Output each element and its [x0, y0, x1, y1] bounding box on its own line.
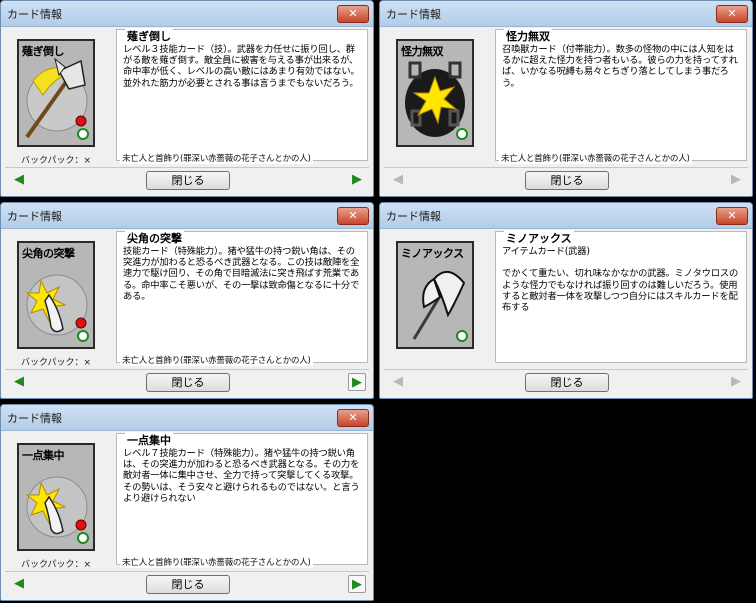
card-image: 怪力無双: [396, 39, 474, 147]
close-button[interactable]: 閉じる: [146, 171, 230, 190]
backpack-status: バックパック：×: [21, 156, 92, 166]
card-author: 未亡人と首飾り(罪深い赤薔薇の花子さんとかの人): [120, 354, 313, 366]
card-title: 薙ぎ倒し: [125, 28, 173, 44]
card-description: レベル３技能カード（技）。武器を力任せに振り回し、群がる敵を薙ぎ倒す。敵全員に被…: [123, 44, 360, 89]
window-close-button[interactable]: ✕: [337, 5, 369, 23]
backpack-status: バックパック：×: [21, 560, 92, 570]
prev-card-button[interactable]: ◀: [389, 171, 407, 189]
title-bar[interactable]: カード情報 ✕: [1, 1, 373, 27]
card-name: 薙ぎ倒し: [22, 45, 65, 58]
card-info-window-3: カード情報 ✕ 尖角の突撃 バックパック：× 尖角の突撃 技能カード（特殊能力）…: [0, 202, 374, 399]
window-close-button[interactable]: ✕: [337, 207, 369, 225]
window-close-button[interactable]: ✕: [716, 5, 748, 23]
divider: [5, 369, 369, 370]
window-title: カード情報: [386, 8, 441, 21]
prev-card-button[interactable]: ◀: [10, 575, 28, 593]
card-image: 尖角の突撃: [17, 241, 95, 349]
card-image: 薙ぎ倒し: [17, 39, 95, 147]
card-description-box: 一点集中 レベル７技能カード（特殊能力）。猪や猛牛の持つ鋭い角は、その突進力が加…: [116, 432, 368, 568]
title-bar[interactable]: カード情報 ✕: [1, 203, 373, 229]
card-title: 一点集中: [125, 432, 173, 448]
window-close-button[interactable]: ✕: [716, 207, 748, 225]
card-info-window-1: カード情報 ✕ 薙ぎ倒し バックパック：× 薙ぎ倒し レベル３技能カード（技）。…: [0, 0, 374, 197]
card-description: 技能カード（特殊能力）。猪や猛牛の持つ鋭い角は、その突進力が加わると恐るべき武器…: [123, 246, 360, 302]
card-description-box: ミノアックス アイテムカード(武器) でかくて重たい、切れ味なかなかの武器。ミノ…: [495, 230, 747, 363]
card-title: 怪力無双: [504, 28, 552, 44]
close-button[interactable]: 閉じる: [525, 171, 609, 190]
divider: [5, 571, 369, 572]
prev-card-button[interactable]: ◀: [10, 171, 28, 189]
card-author: 未亡人と首飾り(罪深い赤薔薇の花子さんとかの人): [120, 556, 313, 568]
prev-card-button[interactable]: ◀: [389, 373, 407, 391]
card-description: レベル７技能カード（特殊能力）。猪や猛牛の持つ鋭い角は、その突進力が加わると恐る…: [123, 448, 360, 504]
card-title: ミノアックス: [504, 230, 574, 246]
card-author: 未亡人と首飾り(罪深い赤薔薇の花子さんとかの人): [120, 152, 313, 164]
card-info-window-2: カード情報 ✕ 怪力無双 怪力無双 召喚獣カード（付帯能力）。数多の怪物の中には…: [379, 0, 753, 197]
card-name: ミノアックス: [401, 247, 464, 260]
divider: [5, 167, 369, 168]
next-card-button[interactable]: ▶: [727, 373, 745, 391]
prev-card-button[interactable]: ◀: [10, 373, 28, 391]
card-name: 怪力無双: [401, 45, 444, 58]
title-bar[interactable]: カード情報 ✕: [1, 405, 373, 431]
next-card-button[interactable]: ▶: [727, 171, 745, 189]
card-name: 尖角の突撃: [22, 247, 75, 260]
close-button[interactable]: 閉じる: [146, 575, 230, 594]
title-bar[interactable]: カード情報 ✕: [380, 1, 752, 27]
card-description: アイテムカード(武器) でかくて重たい、切れ味なかなかの武器。ミノタウロスのよう…: [502, 246, 739, 314]
card-info-window-5: カード情報 ✕ 一点集中 バックパック：× 一点集中 レベル７技能カード（特殊能…: [0, 404, 374, 601]
next-card-button[interactable]: ▶: [348, 575, 366, 593]
card-author: 未亡人と首飾り(罪深い赤薔薇の花子さんとかの人): [499, 152, 692, 164]
close-button[interactable]: 閉じる: [146, 373, 230, 392]
card-image: ミノアックス: [396, 241, 474, 349]
window-title: カード情報: [7, 8, 62, 21]
card-title: 尖角の突撃: [125, 230, 184, 246]
close-button[interactable]: 閉じる: [525, 373, 609, 392]
window-title: カード情報: [7, 210, 62, 223]
window-close-button[interactable]: ✕: [337, 409, 369, 427]
next-card-button[interactable]: ▶: [348, 373, 366, 391]
backpack-status: バックパック：×: [21, 358, 92, 368]
window-title: カード情報: [386, 210, 441, 223]
card-name: 一点集中: [22, 449, 65, 462]
window-title: カード情報: [7, 412, 62, 425]
card-description-box: 尖角の突撃 技能カード（特殊能力）。猪や猛牛の持つ鋭い角は、その突進力が加わると…: [116, 230, 368, 366]
next-card-button[interactable]: ▶: [348, 171, 366, 189]
divider: [384, 369, 748, 370]
card-description: 召喚獣カード（付帯能力）。数多の怪物の中には人知をはるかに超えた怪力を持つ者もい…: [502, 44, 738, 89]
card-info-window-4: カード情報 ✕ ミノアックス ミノアックス アイテムカード(武器) でかくて重た…: [379, 202, 753, 399]
card-image: 一点集中: [17, 443, 95, 551]
title-bar[interactable]: カード情報 ✕: [380, 203, 752, 229]
card-description-box: 怪力無双 召喚獣カード（付帯能力）。数多の怪物の中には人知をはるかに超えた怪力を…: [495, 28, 747, 164]
card-description-box: 薙ぎ倒し レベル３技能カード（技）。武器を力任せに振り回し、群がる敵を薙ぎ倒す。…: [116, 28, 368, 164]
divider: [384, 167, 748, 168]
